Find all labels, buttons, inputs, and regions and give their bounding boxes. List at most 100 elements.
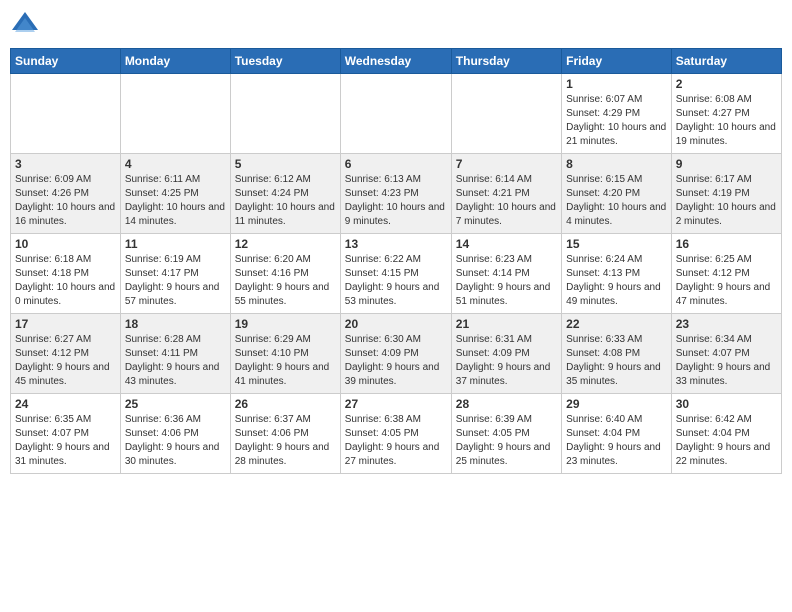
- day-cell: 19Sunrise: 6:29 AM Sunset: 4:10 PM Dayli…: [230, 314, 340, 394]
- day-cell: 6Sunrise: 6:13 AM Sunset: 4:23 PM Daylig…: [340, 154, 451, 234]
- day-number: 9: [676, 157, 777, 171]
- day-cell: 7 Sunrise: 6:14 AM Sunset: 4:21 PM Daylig…: [451, 154, 561, 234]
- day-info: Sunrise: 6:31 AM Sunset: 4:09 PM Dayligh…: [456, 333, 557, 389]
- day-cell: 27 Sunrise: 6:38 AM Sunset: 4:05 PM Dayli…: [340, 394, 451, 474]
- day-cell: 8 Sunrise: 6:15 AM Sunset: 4:20 PM Daylig…: [562, 154, 672, 234]
- day-info: Sunrise: 6:28 AM Sunset: 4:11 PM Dayligh…: [125, 333, 226, 389]
- week-row-4: 24 Sunrise: 6:35 AM Sunset: 4:07 PM Dayli…: [11, 394, 782, 474]
- day-number: 30: [676, 397, 777, 411]
- day-cell: 1Sunrise: 6:07 AM Sunset: 4:29 PM Daylig…: [562, 74, 672, 154]
- day-info: Sunrise: 6:17 AM Sunset: 4:19 PM Dayligh…: [676, 173, 777, 229]
- day-number: 25: [125, 397, 226, 411]
- header-cell-tuesday: Tuesday: [230, 49, 340, 74]
- day-info: Sunrise: 6:30 AM Sunset: 4:09 PM Dayligh…: [345, 333, 447, 389]
- day-number: 6: [345, 157, 447, 171]
- day-cell: 29 Sunrise: 6:40 AM Sunset: 4:04 PM Dayli…: [562, 394, 672, 474]
- header-cell-thursday: Thursday: [451, 49, 561, 74]
- day-number: 26: [235, 397, 336, 411]
- day-number: 19: [235, 317, 336, 331]
- day-info: Sunrise: 6:12 AM Sunset: 4:24 PM Dayligh…: [235, 173, 336, 229]
- day-number: 10: [15, 237, 116, 251]
- day-info: Sunrise: 6:24 AM Sunset: 4:13 PM Dayligh…: [566, 253, 667, 309]
- day-info: Sunrise: 6:35 AM Sunset: 4:07 PM Dayligh…: [15, 413, 116, 469]
- day-info: Sunrise: 6:23 AM Sunset: 4:14 PM Dayligh…: [456, 253, 557, 309]
- day-cell: 5Sunrise: 6:12 AM Sunset: 4:24 PM Daylig…: [230, 154, 340, 234]
- day-info: Sunrise: 6:37 AM Sunset: 4:06 PM Dayligh…: [235, 413, 336, 469]
- day-info: Sunrise: 6:20 AM Sunset: 4:16 PM Dayligh…: [235, 253, 336, 309]
- week-row-1: 3Sunrise: 6:09 AM Sunset: 4:26 PM Daylig…: [11, 154, 782, 234]
- day-info: Sunrise: 6:38 AM Sunset: 4:05 PM Dayligh…: [345, 413, 447, 469]
- day-cell: [11, 74, 121, 154]
- day-cell: 18 Sunrise: 6:28 AM Sunset: 4:11 PM Dayli…: [120, 314, 230, 394]
- day-number: 8: [566, 157, 667, 171]
- day-info: Sunrise: 6:36 AM Sunset: 4:06 PM Dayligh…: [125, 413, 226, 469]
- day-number: 22: [566, 317, 667, 331]
- day-cell: 16 Sunrise: 6:25 AM Sunset: 4:12 PM Dayli…: [671, 234, 781, 314]
- header-cell-monday: Monday: [120, 49, 230, 74]
- day-number: 23: [676, 317, 777, 331]
- day-cell: 20 Sunrise: 6:30 AM Sunset: 4:09 PM Dayli…: [340, 314, 451, 394]
- day-number: 15: [566, 237, 667, 251]
- week-row-0: 1Sunrise: 6:07 AM Sunset: 4:29 PM Daylig…: [11, 74, 782, 154]
- day-number: 28: [456, 397, 557, 411]
- day-number: 14: [456, 237, 557, 251]
- day-number: 16: [676, 237, 777, 251]
- day-number: 4: [125, 157, 226, 171]
- day-info: Sunrise: 6:15 AM Sunset: 4:20 PM Dayligh…: [566, 173, 667, 229]
- day-cell: 24 Sunrise: 6:35 AM Sunset: 4:07 PM Dayli…: [11, 394, 121, 474]
- logo-icon: [10, 10, 40, 40]
- day-info: Sunrise: 6:08 AM Sunset: 4:27 PM Dayligh…: [676, 93, 777, 149]
- header-cell-wednesday: Wednesday: [340, 49, 451, 74]
- day-info: Sunrise: 6:27 AM Sunset: 4:12 PM Dayligh…: [15, 333, 116, 389]
- day-cell: 22 Sunrise: 6:33 AM Sunset: 4:08 PM Dayli…: [562, 314, 672, 394]
- day-number: 7: [456, 157, 557, 171]
- day-number: 11: [125, 237, 226, 251]
- day-info: Sunrise: 6:19 AM Sunset: 4:17 PM Dayligh…: [125, 253, 226, 309]
- page-header: [10, 10, 782, 40]
- calendar-header: SundayMondayTuesdayWednesdayThursdayFrid…: [11, 49, 782, 74]
- week-row-3: 17 Sunrise: 6:27 AM Sunset: 4:12 PM Dayli…: [11, 314, 782, 394]
- day-info: Sunrise: 6:34 AM Sunset: 4:07 PM Dayligh…: [676, 333, 777, 389]
- day-cell: 14 Sunrise: 6:23 AM Sunset: 4:14 PM Dayli…: [451, 234, 561, 314]
- header-cell-saturday: Saturday: [671, 49, 781, 74]
- day-cell: 17 Sunrise: 6:27 AM Sunset: 4:12 PM Dayli…: [11, 314, 121, 394]
- day-cell: 28 Sunrise: 6:39 AM Sunset: 4:05 PM Dayli…: [451, 394, 561, 474]
- day-cell: [451, 74, 561, 154]
- day-info: Sunrise: 6:33 AM Sunset: 4:08 PM Dayligh…: [566, 333, 667, 389]
- day-number: 17: [15, 317, 116, 331]
- day-number: 2: [676, 77, 777, 91]
- day-number: 27: [345, 397, 447, 411]
- day-info: Sunrise: 6:39 AM Sunset: 4:05 PM Dayligh…: [456, 413, 557, 469]
- day-cell: 15 Sunrise: 6:24 AM Sunset: 4:13 PM Dayli…: [562, 234, 672, 314]
- day-cell: 10 Sunrise: 6:18 AM Sunset: 4:18 PM Dayli…: [11, 234, 121, 314]
- day-cell: [230, 74, 340, 154]
- day-number: 24: [15, 397, 116, 411]
- day-cell: 2 Sunrise: 6:08 AM Sunset: 4:27 PM Daylig…: [671, 74, 781, 154]
- day-info: Sunrise: 6:18 AM Sunset: 4:18 PM Dayligh…: [15, 253, 116, 309]
- day-cell: 3Sunrise: 6:09 AM Sunset: 4:26 PM Daylig…: [11, 154, 121, 234]
- day-cell: 25 Sunrise: 6:36 AM Sunset: 4:06 PM Dayli…: [120, 394, 230, 474]
- day-cell: 11 Sunrise: 6:19 AM Sunset: 4:17 PM Dayli…: [120, 234, 230, 314]
- calendar-body: 1Sunrise: 6:07 AM Sunset: 4:29 PM Daylig…: [11, 74, 782, 474]
- day-info: Sunrise: 6:25 AM Sunset: 4:12 PM Dayligh…: [676, 253, 777, 309]
- day-number: 29: [566, 397, 667, 411]
- day-cell: 13Sunrise: 6:22 AM Sunset: 4:15 PM Dayli…: [340, 234, 451, 314]
- day-info: Sunrise: 6:07 AM Sunset: 4:29 PM Dayligh…: [566, 93, 667, 149]
- day-number: 18: [125, 317, 226, 331]
- day-cell: 12 Sunrise: 6:20 AM Sunset: 4:16 PM Dayli…: [230, 234, 340, 314]
- header-cell-friday: Friday: [562, 49, 672, 74]
- day-number: 12: [235, 237, 336, 251]
- day-info: Sunrise: 6:40 AM Sunset: 4:04 PM Dayligh…: [566, 413, 667, 469]
- day-number: 20: [345, 317, 447, 331]
- day-cell: 23 Sunrise: 6:34 AM Sunset: 4:07 PM Dayli…: [671, 314, 781, 394]
- day-info: Sunrise: 6:22 AM Sunset: 4:15 PM Dayligh…: [345, 253, 447, 309]
- header-cell-sunday: Sunday: [11, 49, 121, 74]
- day-cell: 4Sunrise: 6:11 AM Sunset: 4:25 PM Daylig…: [120, 154, 230, 234]
- calendar-table: SundayMondayTuesdayWednesdayThursdayFrid…: [10, 48, 782, 474]
- day-cell: [120, 74, 230, 154]
- day-cell: [340, 74, 451, 154]
- day-info: Sunrise: 6:14 AM Sunset: 4:21 PM Dayligh…: [456, 173, 557, 229]
- day-number: 3: [15, 157, 116, 171]
- day-cell: 21Sunrise: 6:31 AM Sunset: 4:09 PM Dayli…: [451, 314, 561, 394]
- week-row-2: 10 Sunrise: 6:18 AM Sunset: 4:18 PM Dayli…: [11, 234, 782, 314]
